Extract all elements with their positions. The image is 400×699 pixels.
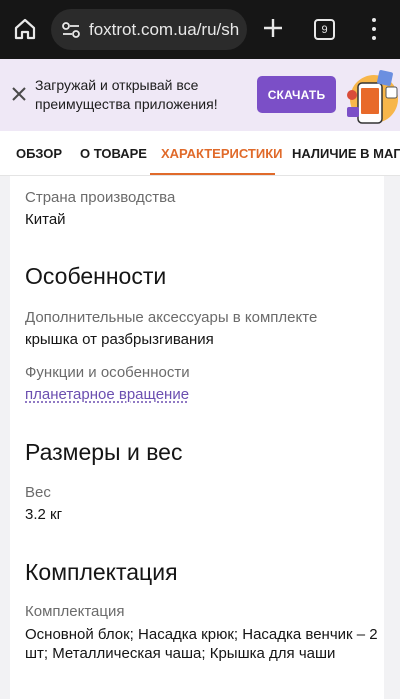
- tab-count: 9: [321, 23, 328, 36]
- home-icon[interactable]: [12, 16, 38, 42]
- download-app-button[interactable]: СКАЧАТЬ: [257, 76, 336, 113]
- spec-value-country: Китай: [25, 211, 66, 228]
- address-bar[interactable]: foxtrot.com.ua/ru/sh: [51, 9, 247, 50]
- spec-label-functions: Функции и особенности: [25, 364, 190, 381]
- new-tab-plus-icon[interactable]: [262, 17, 284, 39]
- characteristics-section: Страна производства Китай Особенности До…: [0, 176, 400, 699]
- product-tabs: ОБЗОР О ТОВАРЕ ХАРАКТЕРИСТИКИ НАЛИЧИЕ В …: [0, 131, 400, 176]
- tab-switcher-icon[interactable]: 9: [314, 19, 335, 40]
- tab-overview[interactable]: ОБЗОР: [16, 131, 62, 175]
- close-icon[interactable]: [10, 85, 28, 103]
- browser-toolbar: foxtrot.com.ua/ru/sh 9: [0, 0, 400, 59]
- spec-label-weight: Вес: [25, 484, 51, 501]
- tab-characteristics[interactable]: ХАРАКТЕРИСТИКИ: [161, 131, 283, 175]
- tab-about-product[interactable]: О ТОВАРЕ: [80, 131, 147, 175]
- banner-text: Загружай и открывай все преимущества при…: [35, 77, 218, 112]
- spec-value-weight: 3.2 кг: [25, 506, 63, 523]
- spec-value-package: Основной блок; Насадка крюк; Насадка вен…: [25, 626, 378, 662]
- url-text: foxtrot.com.ua/ru/sh: [89, 19, 240, 39]
- spec-value-accessories: крышка от разбрызгивания: [25, 331, 214, 348]
- app-promo-illustration: [344, 65, 400, 127]
- more-menu-icon[interactable]: [370, 18, 378, 40]
- section-title-features: Особенности: [25, 263, 167, 289]
- specs-card: Страна производства Китай Особенности До…: [10, 176, 384, 699]
- spec-label-package: Комплектация: [25, 603, 125, 620]
- app-download-banner: Загружай и открывай все преимущества при…: [0, 59, 400, 131]
- tab-store-availability[interactable]: НАЛИЧИЕ В МАГАЗ: [292, 131, 400, 175]
- spec-label-country: Страна производства: [25, 189, 176, 206]
- site-settings-icon[interactable]: [61, 20, 81, 40]
- section-title-package: Комплектация: [25, 559, 178, 585]
- section-title-size-weight: Размеры и вес: [25, 439, 183, 465]
- spec-label-accessories: Дополнительные аксессуары в комплекте: [25, 309, 318, 326]
- spec-value-functions-link[interactable]: планетарное вращение: [25, 386, 189, 403]
